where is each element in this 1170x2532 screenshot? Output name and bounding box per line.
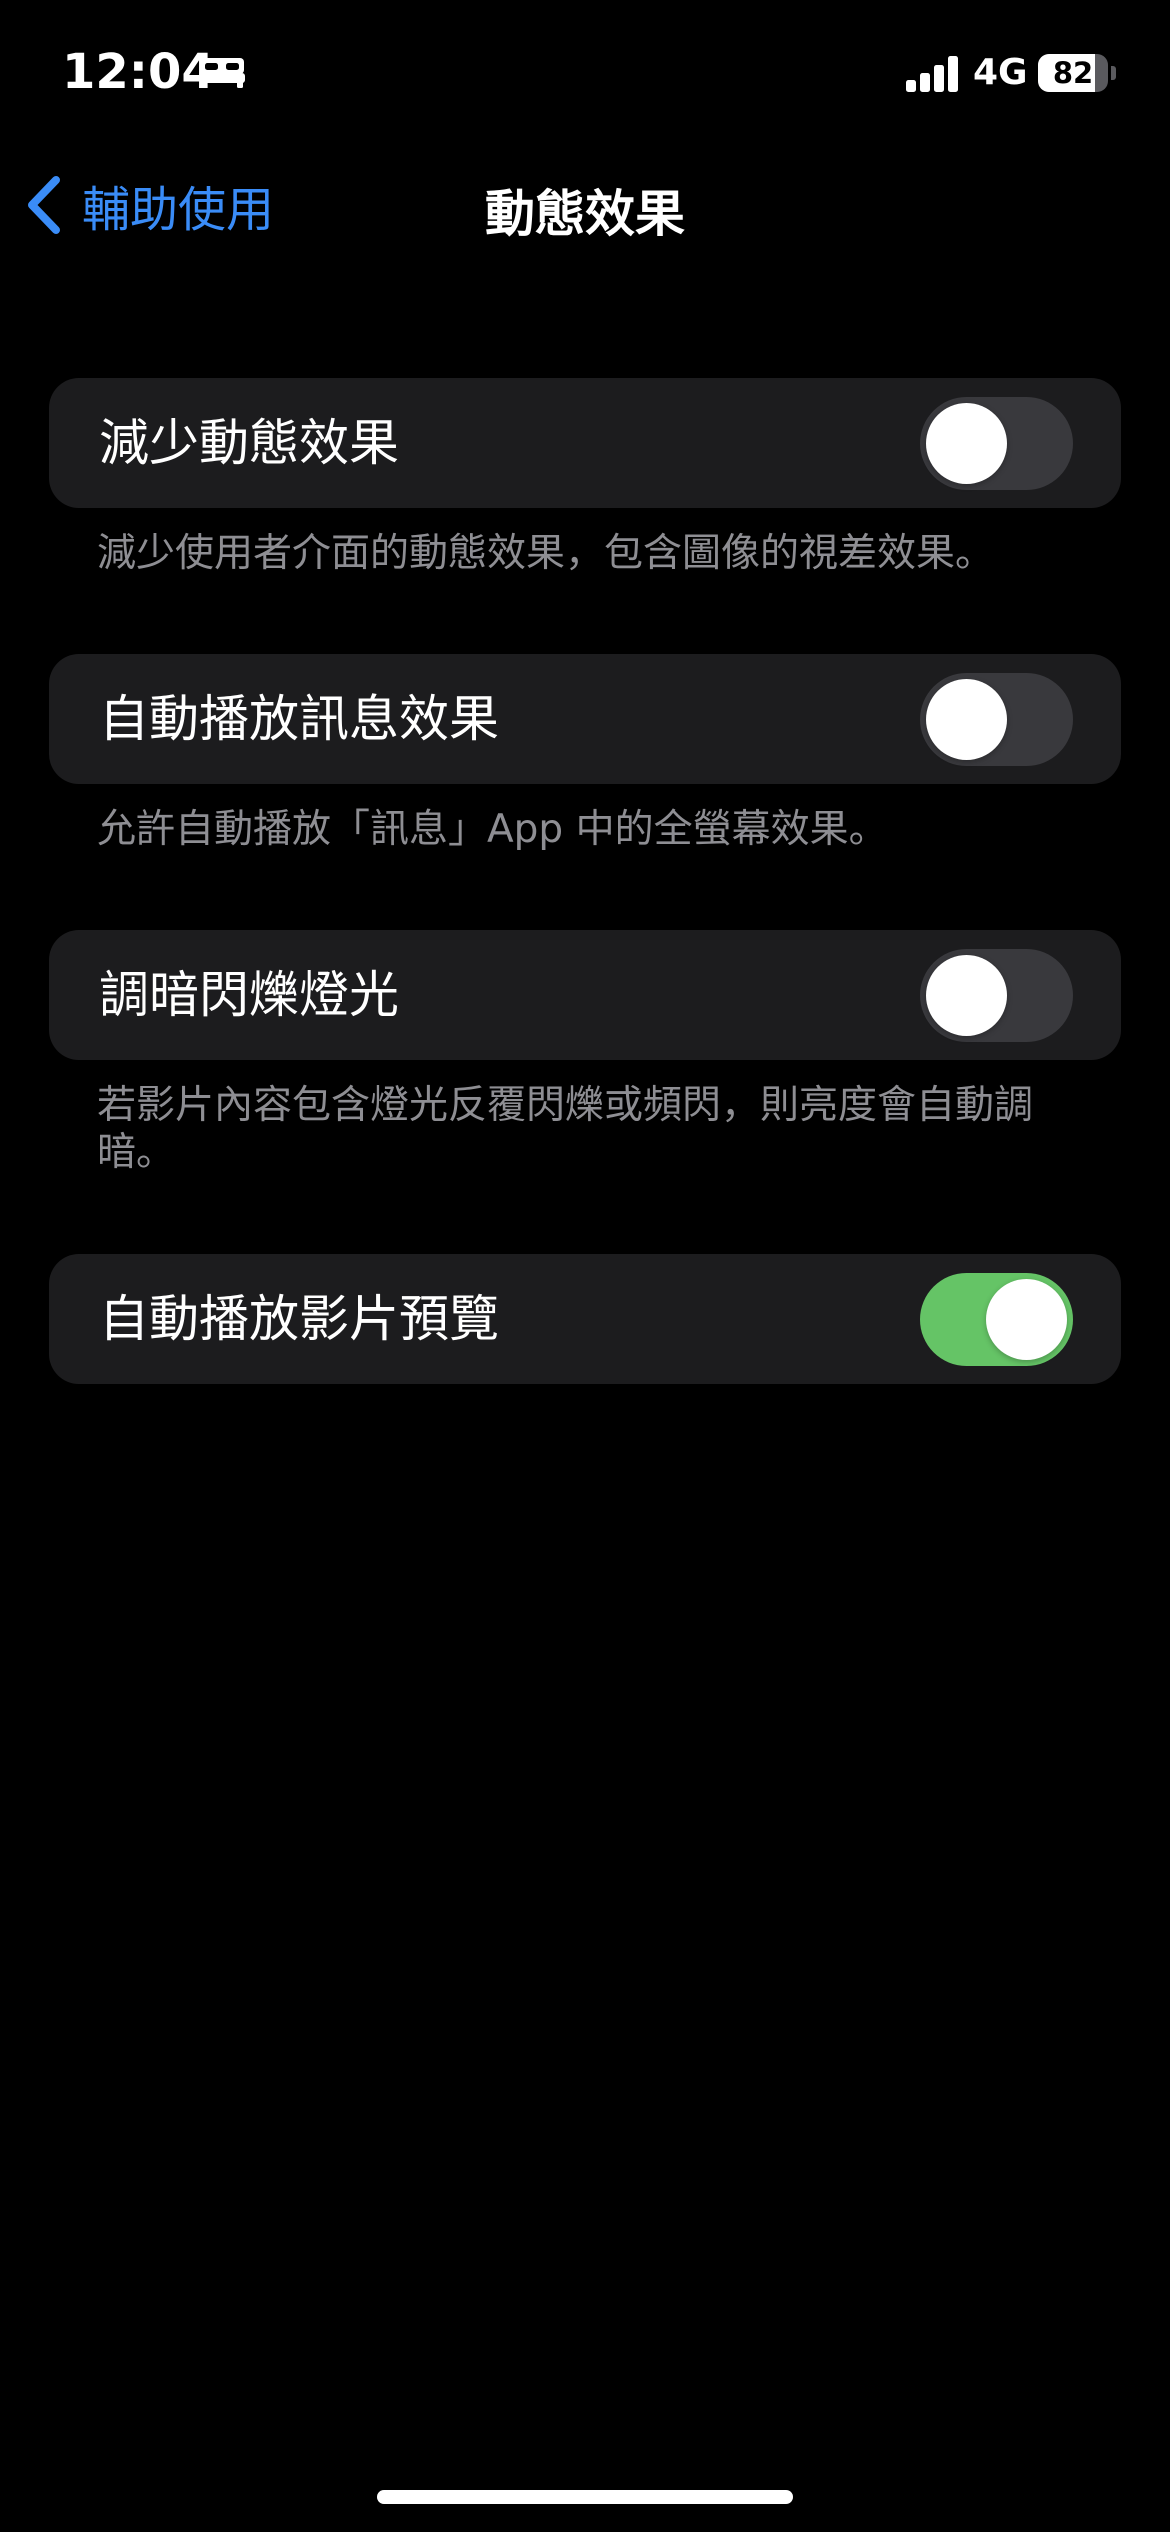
toggle-knob xyxy=(926,679,1007,760)
toggle-knob xyxy=(926,955,1007,1036)
setting-footnote: 減少使用者介面的動態效果，包含圖像的視差效果。 xyxy=(97,531,995,576)
setting-group-auto-play-message-effects: 自動播放訊息效果 允許自動播放「訊息」App 中的全螢幕效果。 xyxy=(49,654,1121,853)
network-type: 4G xyxy=(973,52,1028,93)
back-button[interactable]: 輔助使用 xyxy=(24,170,274,240)
chevron-left-icon xyxy=(28,176,60,234)
dim-flashing-lights-toggle[interactable] xyxy=(920,949,1073,1042)
setting-label: 調暗閃爍燈光 xyxy=(99,966,399,1024)
reduce-motion-toggle[interactable] xyxy=(920,397,1073,490)
cellular-signal-icon xyxy=(906,56,958,92)
status-time: 12:04 xyxy=(62,44,215,100)
auto-play-message-effects-toggle[interactable] xyxy=(920,673,1073,766)
battery-tip xyxy=(1111,66,1116,80)
battery-icon: 82 xyxy=(1038,54,1108,92)
bed-icon xyxy=(199,58,245,88)
navigation-bar: 輔助使用 動態效果 xyxy=(0,160,1170,250)
setting-group-auto-play-video-previews: 自動播放影片預覽 xyxy=(49,1254,1121,1384)
setting-group-reduce-motion: 減少動態效果 減少使用者介面的動態效果，包含圖像的視差效果。 xyxy=(49,378,1121,577)
battery-percentage: 82 xyxy=(1052,56,1094,90)
back-button-label: 輔助使用 xyxy=(82,182,275,238)
toggle-knob xyxy=(926,403,1007,484)
setting-footnote: 若影片內容包含燈光反覆閃爍或頻閃，則亮度會自動調暗。 xyxy=(97,1083,1034,1175)
home-indicator[interactable] xyxy=(377,2490,793,2504)
toggle-knob xyxy=(986,1279,1067,1360)
status-bar: 12:04 4G 82 xyxy=(0,0,1170,150)
auto-play-video-previews-toggle[interactable] xyxy=(920,1273,1073,1366)
setting-group-dim-flashing-lights: 調暗閃爍燈光 若影片內容包含燈光反覆閃爍或頻閃，則亮度會自動調暗。 xyxy=(49,930,1121,1176)
setting-footnote: 允許自動播放「訊息」App 中的全螢幕效果。 xyxy=(97,807,888,852)
setting-row-reduce-motion: 減少動態效果 xyxy=(49,378,1121,508)
setting-row-auto-play-message-effects: 自動播放訊息效果 xyxy=(49,654,1121,784)
setting-row-dim-flashing-lights: 調暗閃爍燈光 xyxy=(49,930,1121,1060)
setting-label: 自動播放訊息效果 xyxy=(99,690,499,748)
setting-label: 自動播放影片預覽 xyxy=(99,1290,499,1348)
setting-row-auto-play-video-previews: 自動播放影片預覽 xyxy=(49,1254,1121,1384)
setting-label: 減少動態效果 xyxy=(99,414,399,472)
